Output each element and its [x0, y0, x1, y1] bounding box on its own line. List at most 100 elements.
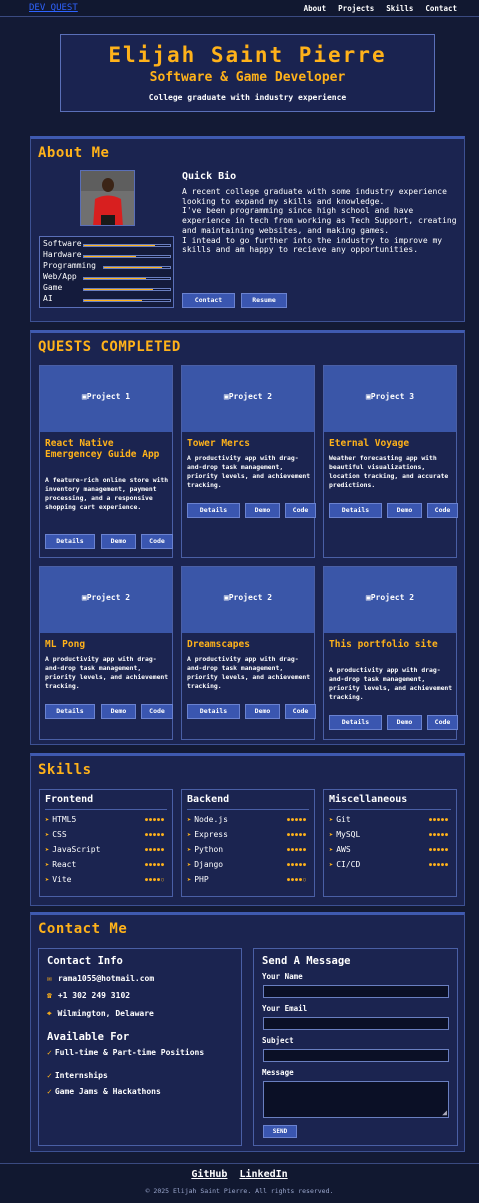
envelope-icon: ✉: [47, 974, 52, 983]
projects-title: QUESTS COMPLETED: [38, 339, 181, 355]
skill-level-fill: [84, 245, 155, 246]
nav-link-skills[interactable]: Skills: [386, 4, 413, 13]
contact-title: Contact Me: [38, 921, 128, 937]
skill-item: ➤ React ●●●●●: [45, 860, 165, 869]
project-description: A productivity app with drag-and-drop ta…: [187, 655, 311, 690]
contact-email[interactable]: ✉ rama1055@hotmail.com: [47, 974, 154, 983]
arrow-icon: ➤: [187, 831, 192, 839]
project-details-button[interactable]: Details: [329, 503, 382, 518]
nav-link-projects[interactable]: Projects: [338, 4, 374, 13]
resize-handle-icon[interactable]: ◢: [442, 1108, 447, 1117]
project-demo-button[interactable]: Demo: [245, 704, 280, 719]
available-item: ✓ Full-time & Part-time Positions: [47, 1048, 205, 1057]
message-textarea[interactable]: ◢: [263, 1081, 449, 1118]
project-demo-button[interactable]: Demo: [101, 534, 136, 549]
about-title: About Me: [38, 145, 110, 161]
skill-level-fill: [84, 289, 153, 290]
contact-info-title: Contact Info: [47, 955, 123, 967]
subject-label: Subject: [262, 1036, 294, 1045]
project-image: ▣Project 2: [324, 567, 456, 633]
rating-dots: ●●●●●: [144, 817, 165, 823]
project-image: ▣Project 2: [182, 567, 314, 633]
project-details-button[interactable]: Details: [45, 704, 95, 719]
skills-title: Skills: [38, 762, 92, 778]
project-title: Dreamscapes: [187, 639, 250, 650]
bio-text: A recent college graduate with some indu…: [182, 187, 457, 255]
available-item: ✓ Game Jams & Hackathons: [47, 1087, 161, 1096]
avatar: [80, 170, 135, 226]
project-code-button[interactable]: Code: [285, 503, 316, 518]
project-demo-button[interactable]: Demo: [101, 704, 136, 719]
rating-dots: ●●●●●: [144, 832, 165, 838]
send-button[interactable]: SEND: [263, 1125, 297, 1138]
divider: [329, 809, 451, 810]
skill-item: ➤ Node.js ●●●●●: [187, 815, 307, 824]
rating-dots: ●●●●●: [428, 832, 449, 838]
about-section: About Me Software Hardware Programming W…: [30, 136, 465, 322]
project-title: React Native Emergencey Guide App: [45, 438, 160, 460]
project-image: ▣Project 1: [40, 366, 172, 432]
skill-item: ➤ Express ●●●●●: [187, 830, 307, 839]
contact-button[interactable]: Contact: [182, 293, 235, 308]
project-title: Tower Mercs: [187, 438, 250, 449]
arrow-icon: ➤: [45, 846, 50, 854]
project-details-button[interactable]: Details: [187, 704, 240, 719]
skill-category-misc: Miscellaneous ➤ Git ●●●●● ➤ MySQL ●●●●● ➤ AWS…: [323, 789, 457, 897]
skills-section: Skills Frontend ➤ HTML5 ●●●●● ➤ CSS ●●●●● ➤ J…: [30, 753, 465, 906]
github-link[interactable]: GitHub: [191, 1169, 227, 1180]
subject-field[interactable]: [263, 1049, 449, 1062]
nav-link-about[interactable]: About: [304, 4, 327, 13]
project-details-button[interactable]: Details: [187, 503, 240, 518]
project-code-button[interactable]: Code: [141, 534, 173, 549]
name-label: Your Name: [262, 972, 303, 981]
skill-category-frontend: Frontend ➤ HTML5 ●●●●● ➤ CSS ●●●●● ➤ JavaScri…: [39, 789, 173, 897]
project-demo-button[interactable]: Demo: [387, 503, 422, 518]
rating-dots: ●●●●○: [144, 877, 165, 883]
project-details-button[interactable]: Details: [45, 534, 95, 549]
skill-item: ➤ Git ●●●●●: [329, 815, 449, 824]
name-field[interactable]: [263, 985, 449, 998]
rating-dots: ●●●●●: [144, 847, 165, 853]
project-card: ▣Project 2 ML Pong A productivity app wi…: [39, 566, 173, 740]
nav-link-contact[interactable]: Contact: [425, 4, 457, 13]
skill-levels-panel: Software Hardware Programming Web/App Ga…: [39, 236, 174, 308]
skill-level-game: Game: [43, 283, 171, 294]
email-field[interactable]: [263, 1017, 449, 1030]
nav-logo-link[interactable]: DEV QUEST: [29, 3, 78, 13]
skill-level-fill: [84, 278, 146, 279]
resume-button[interactable]: Resume: [241, 293, 287, 308]
rating-dots: ●●●●●: [428, 817, 449, 823]
project-details-button[interactable]: Details: [329, 715, 382, 730]
project-code-button[interactable]: Code: [141, 704, 173, 719]
skill-category-title: Backend: [187, 794, 230, 805]
project-description: A feature-rich online store with invento…: [45, 476, 169, 511]
divider: [45, 809, 167, 810]
project-image: ▣Project 3: [324, 366, 456, 432]
project-description: A productivity app with drag-and-drop ta…: [45, 655, 169, 690]
divider: [187, 809, 309, 810]
nav-links: About Projects Skills Contact: [304, 4, 457, 13]
project-card: ▣Project 2 Dreamscapes A productivity ap…: [181, 566, 316, 740]
arrow-icon: ➤: [187, 846, 192, 854]
project-code-button[interactable]: Code: [427, 715, 458, 730]
arrow-icon: ➤: [329, 846, 334, 854]
project-code-button[interactable]: Code: [427, 503, 458, 518]
skill-item: ➤ Django ●●●●●: [187, 860, 307, 869]
project-description: A productivity app with drag-and-drop ta…: [187, 454, 311, 489]
contact-phone[interactable]: ☎ +1 302 249 3102: [47, 991, 130, 1000]
copyright-text: © 2025 Elijah Saint Pierre. All rights r…: [145, 1187, 334, 1195]
email-label: Your Email: [262, 1004, 308, 1013]
rating-dots: ●●●●○: [286, 877, 307, 883]
linkedin-link[interactable]: LinkedIn: [239, 1169, 287, 1180]
project-demo-button[interactable]: Demo: [245, 503, 280, 518]
project-demo-button[interactable]: Demo: [387, 715, 422, 730]
skill-item: ➤ MySQL ●●●●●: [329, 830, 449, 839]
bio-title: Quick Bio: [182, 171, 237, 182]
arrow-icon: ➤: [45, 831, 50, 839]
phone-icon: ☎: [47, 991, 52, 1000]
skill-item: ➤ Python ●●●●●: [187, 845, 307, 854]
rating-dots: ●●●●●: [286, 832, 307, 838]
arrow-icon: ➤: [187, 861, 192, 869]
project-code-button[interactable]: Code: [285, 704, 316, 719]
project-card: ▣Project 1 React Native Emergencey Guide…: [39, 365, 173, 558]
